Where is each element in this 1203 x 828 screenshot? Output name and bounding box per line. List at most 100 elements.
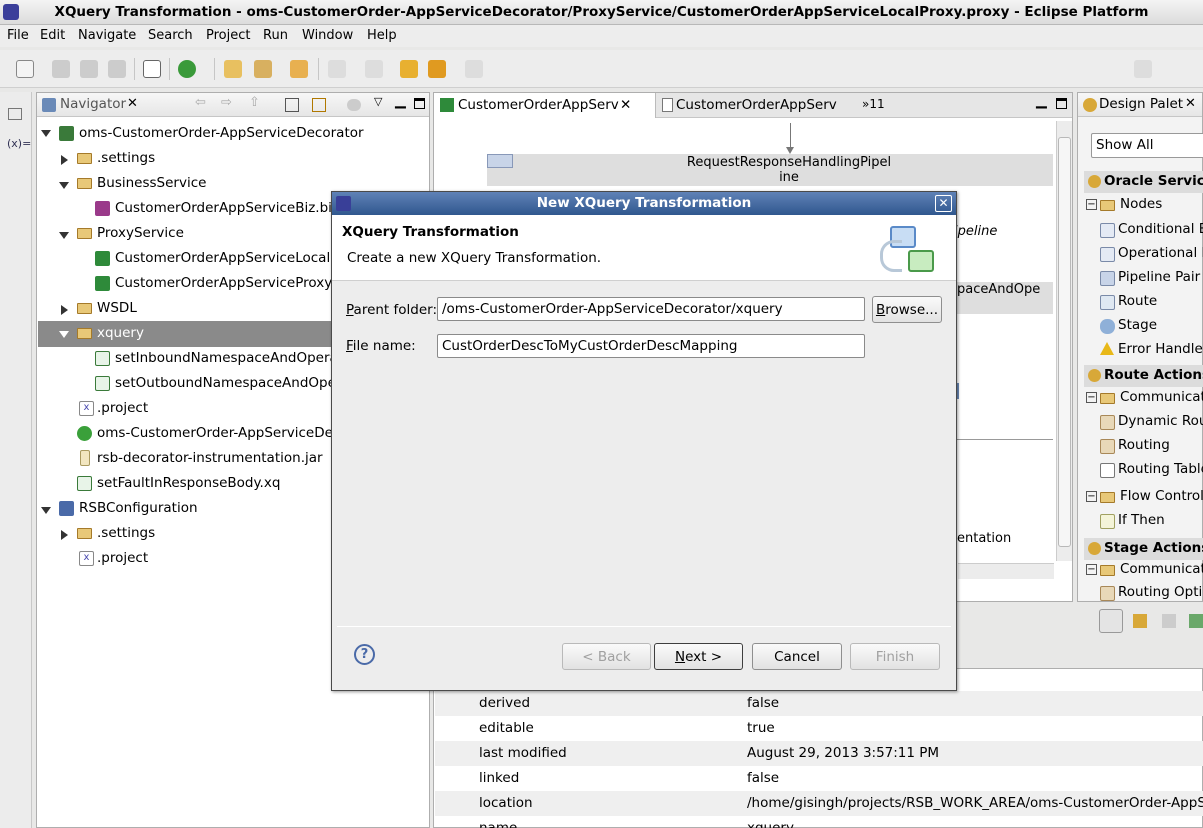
minimize-icon[interactable]: ▁ (395, 93, 406, 109)
menu-navigate[interactable]: Navigate (78, 28, 136, 43)
palette-filter-select[interactable]: Show All (1091, 133, 1203, 158)
collapse-icon[interactable] (61, 155, 68, 165)
collapse-icon[interactable]: − (1086, 392, 1097, 403)
table-row[interactable]: location /home/gisingh/projects/RSB_WORK… (435, 791, 1203, 816)
collapse-icon[interactable]: − (1086, 199, 1097, 210)
last-edit-icon[interactable] (400, 60, 418, 78)
navigator-title[interactable]: Navigator (60, 96, 126, 112)
forward-icon[interactable] (465, 60, 483, 78)
collapse-icon[interactable] (61, 305, 68, 315)
table-row[interactable]: last modified August 29, 2013 3:57:11 PM (435, 741, 1203, 766)
pipeline-pair-node[interactable]: RequestResponseHandlingPipel ine (487, 154, 1053, 186)
next-annotation-icon[interactable] (328, 60, 346, 78)
horizontal-scrollbar[interactable] (958, 563, 1054, 579)
properties-categories-icon[interactable] (1099, 609, 1123, 633)
properties-restore-icon[interactable] (1162, 614, 1176, 628)
palette-section[interactable]: Oracle Service (1084, 171, 1203, 193)
wizard-icon[interactable] (254, 60, 272, 78)
palette-item[interactable]: Error Handler (1086, 341, 1203, 357)
back-button[interactable]: < Back (562, 643, 651, 670)
editor-tab-active[interactable]: CustomerOrderAppServ ✕ (434, 93, 656, 118)
link-editor-icon[interactable] (312, 98, 326, 112)
tab-overflow[interactable]: »11 (862, 97, 885, 111)
new-icon[interactable] (16, 60, 34, 78)
palette-item[interactable]: Dynamic Rout (1086, 413, 1203, 430)
back-icon[interactable] (428, 60, 446, 78)
open-folder-icon[interactable] (224, 60, 242, 78)
next-button[interactable]: Next > (654, 643, 743, 670)
expand-icon[interactable] (41, 507, 51, 514)
properties-extra-icon[interactable] (1189, 614, 1203, 628)
palette-section[interactable]: Stage Actions (1084, 538, 1203, 560)
palette-item[interactable]: Operational B (1086, 245, 1203, 262)
view-menu-icon[interactable]: ▽ (374, 95, 382, 108)
menu-file[interactable]: File (7, 28, 29, 43)
open-perspective-icon[interactable] (1134, 60, 1152, 78)
menu-search[interactable]: Search (148, 28, 193, 43)
tree-item[interactable]: .settings (37, 149, 429, 171)
print-icon[interactable] (108, 60, 126, 78)
palette-item[interactable]: If Then (1086, 512, 1165, 529)
binary-icon[interactable] (143, 60, 161, 78)
help-icon[interactable]: ? (354, 644, 375, 665)
palette-item[interactable]: Route (1086, 293, 1157, 310)
expand-icon[interactable] (41, 130, 51, 137)
finish-button[interactable]: Finish (850, 643, 940, 670)
palette-item[interactable]: Routing (1086, 437, 1170, 454)
expand-icon[interactable] (59, 331, 69, 338)
table-row[interactable]: name xquery (435, 816, 1203, 828)
collapse-all-icon[interactable] (285, 98, 299, 112)
scrollbar-thumb[interactable] (1058, 137, 1071, 547)
menu-help[interactable]: Help (367, 28, 397, 43)
save-all-icon[interactable] (80, 60, 98, 78)
palette-section[interactable]: Route Actions (1084, 365, 1203, 387)
palette-item[interactable]: Routing Table (1086, 461, 1203, 478)
save-icon[interactable] (52, 60, 70, 78)
open-task-icon[interactable] (290, 60, 308, 78)
vertical-scrollbar[interactable] (1056, 121, 1072, 561)
palette-group[interactable]: − Communicati (1086, 389, 1203, 405)
collapse-icon[interactable]: − (1086, 491, 1097, 502)
menu-project[interactable]: Project (206, 28, 250, 43)
close-icon[interactable]: ✕ (127, 96, 138, 111)
menu-edit[interactable]: Edit (40, 28, 65, 43)
palette-title[interactable]: Design Palet (1099, 96, 1183, 112)
forward-nav-icon[interactable]: ⇨ (221, 95, 232, 110)
table-row[interactable]: editable true (435, 716, 1203, 741)
cancel-button[interactable]: Cancel (752, 643, 842, 670)
editor-tab[interactable]: CustomerOrderAppServ (656, 93, 856, 118)
back-nav-icon[interactable]: ⇦ (195, 95, 206, 110)
palette-item[interactable]: Conditional B (1086, 221, 1203, 238)
maximize-icon[interactable] (414, 98, 425, 109)
palette-group[interactable]: − Nodes (1086, 196, 1162, 212)
palette-item[interactable]: Routing Optio (1086, 584, 1203, 601)
close-icon[interactable]: ✕ (935, 195, 952, 212)
minimize-icon[interactable]: ▁ (1036, 93, 1047, 109)
restore-icon[interactable] (8, 108, 22, 120)
collapse-icon[interactable] (61, 530, 68, 540)
palette-item[interactable]: Stage (1086, 317, 1157, 334)
prev-annotation-icon[interactable] (365, 60, 383, 78)
parent-folder-field[interactable]: /oms-CustomerOrder-AppServiceDecorator/x… (437, 297, 865, 321)
expand-icon[interactable] (59, 182, 69, 189)
close-icon[interactable]: ✕ (1185, 96, 1196, 111)
expand-icon[interactable] (59, 232, 69, 239)
file-name-field[interactable]: CustOrderDescToMyCustOrderDescMapping (437, 334, 865, 358)
menu-window[interactable]: Window (302, 28, 353, 43)
menu-run[interactable]: Run (263, 28, 288, 43)
table-row[interactable]: linked false (435, 766, 1203, 791)
palette-group[interactable]: − Communicati (1086, 561, 1203, 577)
table-row[interactable]: derived false (435, 691, 1203, 716)
stage-node[interactable]: paceAndOpe (957, 282, 1053, 314)
properties-filter-icon[interactable] (1133, 614, 1147, 628)
close-icon[interactable]: ✕ (620, 97, 631, 113)
browse-button[interactable]: Browse... (872, 296, 942, 323)
tree-item[interactable]: oms-CustomerOrder-AppServiceDecorator (37, 124, 429, 146)
up-nav-icon[interactable]: ⇧ (249, 95, 260, 110)
collapse-icon[interactable]: − (1086, 564, 1097, 575)
palette-group[interactable]: − Flow Control (1086, 488, 1203, 504)
variables-icon[interactable]: (x)= (7, 137, 31, 150)
run-icon[interactable] (178, 60, 196, 78)
palette-item[interactable]: Pipeline Pair (1086, 269, 1200, 286)
maximize-icon[interactable] (1056, 98, 1067, 109)
